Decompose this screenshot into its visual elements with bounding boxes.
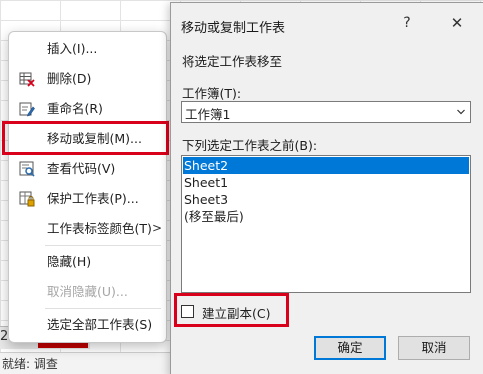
menu-item-label: 取消隐藏(U)...: [47, 284, 128, 299]
workbook-select-value: 工作簿1: [185, 107, 231, 122]
list-item-sheet3[interactable]: Sheet3: [183, 191, 469, 208]
ok-button[interactable]: 确定: [314, 336, 386, 360]
move-selected-label: 将选定工作表移至: [182, 54, 283, 69]
cancel-button[interactable]: 取消: [398, 336, 470, 360]
dialog-title: 移动或复制工作表: [181, 21, 286, 36]
workbook-select[interactable]: 工作簿1: [181, 101, 471, 123]
menu-item-select-all-sheets[interactable]: 选定全部工作表(S): [9, 311, 166, 339]
menu-separator: [45, 245, 161, 246]
sheet-listbox[interactable]: Sheet2 Sheet1 Sheet3 (移至最后): [181, 155, 471, 293]
create-copy-checkbox[interactable]: [181, 305, 194, 318]
menu-item-rename[interactable]: 重命名(R): [9, 95, 166, 123]
create-copy-label[interactable]: 建立副本(C): [202, 303, 270, 322]
list-item-move-to-end[interactable]: (移至最后): [183, 208, 469, 225]
menu-item-label: 保护工作表(P)...: [47, 191, 139, 206]
menu-item-move-or-copy[interactable]: 移动或复制(M)...: [9, 125, 166, 153]
list-item-sheet1[interactable]: Sheet1: [183, 174, 469, 191]
menu-item-protect-sheet[interactable]: 保护工作表(P)...: [9, 185, 166, 213]
protect-sheet-icon: [19, 191, 35, 207]
menu-item-label: 工作表标签颜色(T): [47, 221, 152, 236]
view-code-icon: [19, 161, 35, 177]
before-sheet-label: 下列选定工作表之前(B):: [182, 138, 318, 153]
chevron-down-icon[interactable]: [455, 105, 467, 119]
submenu-arrow-icon: >: [152, 221, 163, 235]
menu-item-label: 删除(D): [47, 71, 92, 86]
status-text: 就绪: 调查: [2, 357, 58, 371]
delete-sheet-icon: [19, 71, 35, 87]
menu-item-label: 重命名(R): [47, 101, 103, 116]
rename-icon: [19, 101, 35, 117]
close-button[interactable]: ✕: [447, 13, 467, 33]
sheet-tab-context-menu: 插入(I)... 删除(D) 重命名(R) 移动或复制(M)... 查看代码(V…: [8, 31, 167, 343]
menu-item-insert[interactable]: 插入(I)...: [9, 35, 166, 63]
menu-item-unhide: 取消隐藏(U)...: [9, 278, 166, 306]
menu-item-tab-color[interactable]: 工作表标签颜色(T) >: [9, 215, 166, 243]
menu-item-label: 插入(I)...: [47, 41, 98, 56]
list-item-sheet2[interactable]: Sheet2: [183, 157, 469, 174]
workbook-label: 工作簿(T):: [182, 86, 242, 101]
menu-item-view-code[interactable]: 查看代码(V): [9, 155, 166, 183]
menu-item-label: 选定全部工作表(S): [47, 317, 153, 332]
menu-separator: [45, 308, 161, 309]
excel-window: 2 就绪: 调查 插入(I)... 删除(D) 重命名(R) 移动或复制(M).…: [0, 0, 483, 374]
menu-item-hide[interactable]: 隐藏(H): [9, 248, 166, 276]
menu-item-label: 查看代码(V): [47, 161, 116, 176]
move-or-copy-dialog: 移动或复制工作表 ? ✕ 将选定工作表移至 工作簿(T): 工作簿1 下列选定工…: [170, 2, 483, 374]
menu-item-label: 移动或复制(M)...: [47, 131, 142, 146]
help-button[interactable]: ?: [397, 13, 417, 33]
menu-item-delete[interactable]: 删除(D): [9, 65, 166, 93]
menu-item-label: 隐藏(H): [47, 254, 92, 269]
